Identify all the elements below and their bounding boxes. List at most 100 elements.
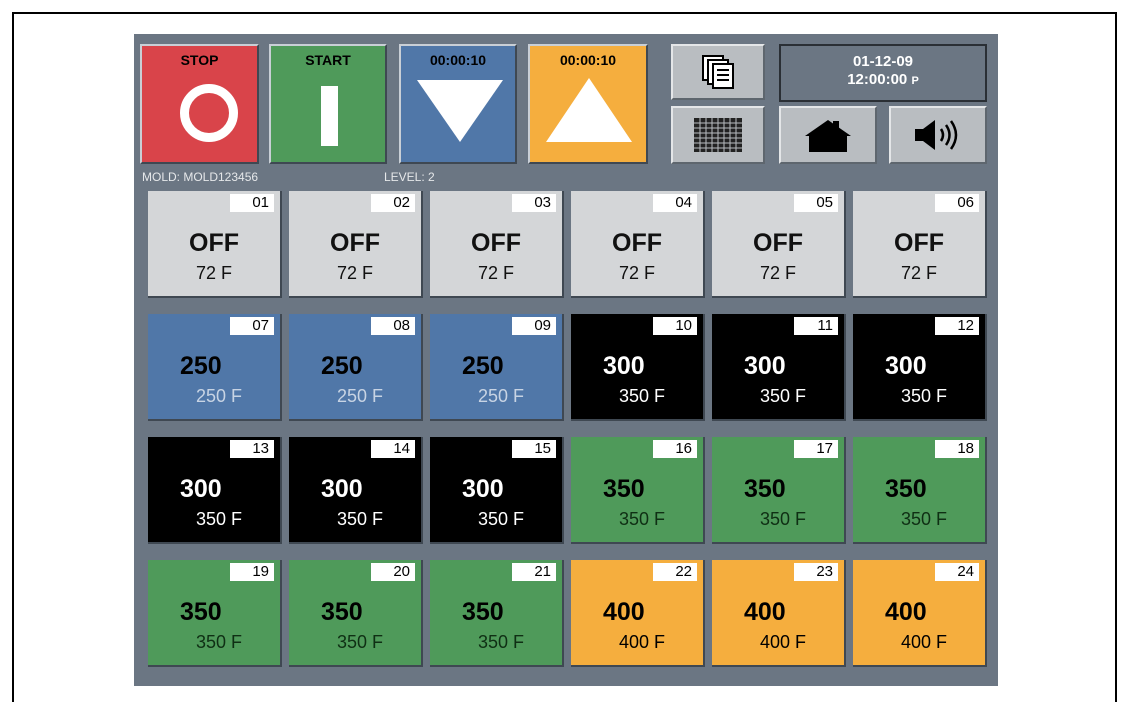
zone-tile[interactable]: 09 250 250 F: [430, 314, 564, 421]
zone-tile[interactable]: 02 OFF 72 F: [289, 191, 423, 298]
triangle-up-icon: [546, 78, 632, 142]
zone-setpoint: 300: [603, 352, 645, 380]
zone-tile[interactable]: 04 OFF 72 F: [571, 191, 705, 298]
home-icon: [805, 120, 851, 152]
zone-tile[interactable]: 08 250 250 F: [289, 314, 423, 421]
zone-setpoint: 400: [885, 598, 927, 626]
zone-temperature: 350 F: [619, 509, 666, 529]
sound-button[interactable]: [889, 106, 987, 164]
time-text: 12:00:00: [847, 71, 908, 88]
zone-number: 16: [653, 440, 697, 458]
zone-number: 20: [371, 563, 415, 581]
date-text: 01-12-09: [852, 53, 914, 70]
time-line: 12:00:00 P: [781, 71, 985, 90]
triangle-down-icon: [417, 80, 503, 142]
zone-setpoint: 250: [462, 352, 504, 380]
zone-tile[interactable]: 22 400 400 F: [571, 560, 705, 667]
zone-number: 03: [512, 194, 556, 212]
zone-tile[interactable]: 11 300 350 F: [712, 314, 846, 421]
zone-setpoint: 350: [462, 598, 504, 626]
zone-number: 13: [230, 440, 274, 458]
zone-temperature: 72 F: [477, 263, 515, 283]
zone-number: 06: [935, 194, 979, 212]
zone-tile[interactable]: 06 OFF 72 F: [853, 191, 987, 298]
zone-tile[interactable]: 18 350 350 F: [853, 437, 987, 544]
zone-setpoint: 350: [321, 598, 363, 626]
zone-temperature: 400 F: [760, 632, 807, 652]
zone-temperature: 250 F: [337, 386, 384, 406]
zone-setpoint: OFF: [753, 229, 803, 257]
mold-name: MOLD: MOLD123456: [142, 170, 259, 184]
stop-label: STOP: [180, 52, 219, 68]
date-time-display: 01-12-09 12:00:00 P: [779, 44, 987, 102]
zone-tile[interactable]: 23 400 400 F: [712, 560, 846, 667]
zone-tile[interactable]: 24 400 400 F: [853, 560, 987, 667]
start-icon: [321, 86, 338, 146]
grid-view-button[interactable]: [671, 106, 765, 164]
zone-setpoint: OFF: [471, 229, 521, 257]
zone-setpoint: OFF: [189, 229, 239, 257]
zone-setpoint: OFF: [612, 229, 662, 257]
decrease-timer-button[interactable]: 00:00:10: [399, 44, 517, 164]
copy-button[interactable]: [671, 44, 765, 100]
zone-number: 23: [794, 563, 838, 581]
zone-number: 09: [512, 317, 556, 335]
zone-temperature: 72 F: [336, 263, 374, 283]
zone-tile[interactable]: 03 OFF 72 F: [430, 191, 564, 298]
zone-temperature: 72 F: [759, 263, 797, 283]
zone-tile[interactable]: 17 350 350 F: [712, 437, 846, 544]
zone-tile[interactable]: 19 350 350 F: [148, 560, 282, 667]
zone-number: 22: [653, 563, 697, 581]
zone-temperature: 400 F: [901, 632, 948, 652]
zone-temperature: 350 F: [619, 386, 666, 406]
zone-temperature: 350 F: [196, 509, 243, 529]
start-label: START: [305, 52, 351, 68]
copy-icon: [702, 55, 734, 89]
zone-setpoint: 400: [603, 598, 645, 626]
zone-number: 04: [653, 194, 697, 212]
zone-number: 05: [794, 194, 838, 212]
zone-temperature: 350 F: [337, 632, 384, 652]
increase-timer-button[interactable]: 00:00:10: [528, 44, 648, 164]
zone-setpoint: 300: [321, 475, 363, 503]
stop-button[interactable]: STOP: [140, 44, 259, 164]
zone-tile[interactable]: 12 300 350 F: [853, 314, 987, 421]
zone-number: 17: [794, 440, 838, 458]
zone-number: 02: [371, 194, 415, 212]
zone-setpoint: 250: [321, 352, 363, 380]
up-timer-label: 00:00:10: [559, 52, 617, 68]
down-timer-label: 00:00:10: [429, 52, 487, 68]
zone-setpoint: 350: [744, 475, 786, 503]
zone-temperature: 350 F: [478, 509, 525, 529]
zone-temperature: 350 F: [760, 509, 807, 529]
zone-tile[interactable]: 01 OFF 72 F: [148, 191, 282, 298]
zone-tile[interactable]: 07 250 250 F: [148, 314, 282, 421]
zone-number: 21: [512, 563, 556, 581]
zone-temperature: 400 F: [619, 632, 666, 652]
zone-tile[interactable]: 20 350 350 F: [289, 560, 423, 667]
home-button[interactable]: [779, 106, 877, 164]
zone-setpoint: OFF: [894, 229, 944, 257]
zone-tile[interactable]: 14 300 350 F: [289, 437, 423, 544]
zone-temperature: 72 F: [900, 263, 938, 283]
zone-tile[interactable]: 16 350 350 F: [571, 437, 705, 544]
zone-tile[interactable]: 13 300 350 F: [148, 437, 282, 544]
stop-icon: [180, 84, 238, 142]
zone-tile[interactable]: 21 350 350 F: [430, 560, 564, 667]
zone-tile[interactable]: 10 300 350 F: [571, 314, 705, 421]
zone-temperature: 72 F: [618, 263, 656, 283]
zone-temperature: 72 F: [195, 263, 233, 283]
grid-icon: [694, 118, 742, 152]
zone-tile[interactable]: 15 300 350 F: [430, 437, 564, 544]
ampm-text: P: [911, 75, 919, 87]
zone-tile[interactable]: 05 OFF 72 F: [712, 191, 846, 298]
zone-setpoint: OFF: [330, 229, 380, 257]
zone-setpoint: 300: [885, 352, 927, 380]
start-button[interactable]: START: [269, 44, 387, 164]
zone-number: 14: [371, 440, 415, 458]
zone-setpoint: 400: [744, 598, 786, 626]
zone-number: 11: [794, 317, 838, 335]
zone-number: 24: [935, 563, 979, 581]
zone-number: 01: [230, 194, 274, 212]
zone-setpoint: 250: [180, 352, 222, 380]
